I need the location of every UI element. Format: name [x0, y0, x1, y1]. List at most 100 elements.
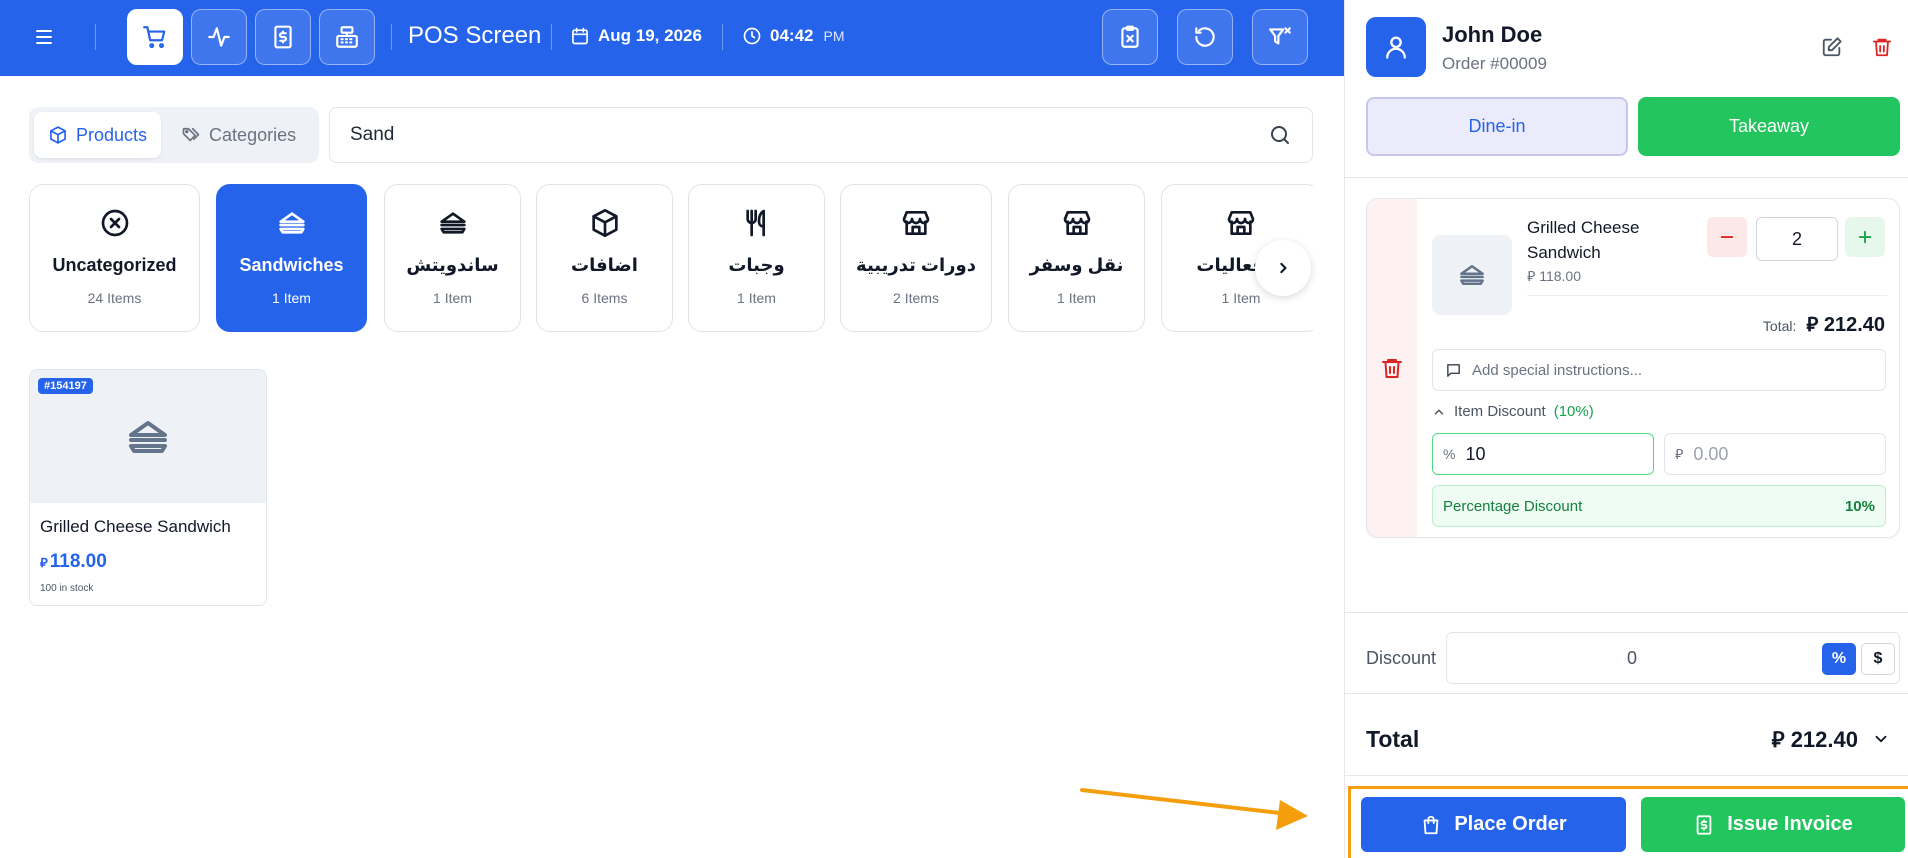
product-image: #154197 — [30, 370, 266, 503]
tab-products[interactable]: Products — [34, 112, 162, 158]
menu-icon[interactable] — [36, 26, 58, 48]
refresh-icon — [1195, 27, 1215, 47]
item-thumbnail — [1432, 235, 1512, 315]
user-icon — [1386, 36, 1406, 59]
category-card[interactable]: Sandwiches 1 Item — [216, 184, 367, 332]
discount-percent-input[interactable] — [1465, 443, 1698, 465]
chevron-right-icon — [1280, 262, 1287, 274]
decrease-quantity-button[interactable] — [1707, 217, 1747, 257]
box-icon — [587, 205, 623, 241]
discount-amount-input[interactable] — [1693, 443, 1899, 465]
place-order-button[interactable]: Place Order — [1361, 797, 1626, 852]
order-panel: John Doe Order #00009 Dine-in Takeaway G… — [1344, 0, 1908, 858]
page-title: POS Screen — [408, 22, 542, 49]
category-count: 1 Item — [433, 290, 472, 306]
dine-in-button[interactable]: Dine-in — [1366, 97, 1628, 156]
instructions-input[interactable] — [1472, 361, 1873, 379]
category-name: ساندويتش — [406, 255, 499, 275]
order-discount-label: Discount — [1366, 648, 1437, 668]
discount-summary: Percentage Discount 10% — [1432, 485, 1886, 527]
item-total-label: Total: — [1762, 318, 1797, 334]
increase-quantity-button[interactable] — [1845, 217, 1885, 257]
search-input[interactable] — [350, 124, 1268, 146]
receipt-dollar-icon — [1696, 814, 1712, 835]
cart-icon — [143, 26, 166, 49]
remove-item-button[interactable] — [1367, 199, 1417, 537]
sandwich-icon — [129, 420, 167, 453]
category-count: 1 Item — [1221, 290, 1261, 306]
sku-badge: #154197 — [38, 378, 93, 394]
divider — [1345, 612, 1908, 613]
clear-filter-button[interactable] — [1252, 9, 1308, 65]
category-name: وجبات — [728, 255, 785, 275]
category-card[interactable]: Uncategorized 24 Items — [29, 184, 200, 332]
sandwich-icon — [435, 205, 471, 241]
quantity-input[interactable] — [1756, 217, 1838, 261]
category-card[interactable]: ساندويتش 1 Item — [384, 184, 521, 332]
category-name: اضافات — [571, 255, 638, 275]
view-toggle: Products Categories — [29, 107, 319, 163]
item-unit-price: ⃁ 118.00 — [1527, 268, 1581, 284]
clear-order-button[interactable] — [1102, 9, 1158, 65]
product-card[interactable]: #154197 Grilled Cheese Sandwich ⃁ 118.00 … — [29, 369, 267, 606]
category-name: Uncategorized — [52, 255, 177, 275]
time-text: 04:42 — [770, 26, 814, 45]
issue-invoice-button[interactable]: Issue Invoice — [1641, 797, 1905, 852]
divider — [391, 24, 392, 50]
divider — [722, 24, 723, 50]
customer-name: John Doe — [1442, 22, 1543, 47]
category-list: Uncategorized 24 Items Sandwiches 1 Item… — [29, 184, 1313, 334]
clock-icon — [743, 27, 761, 45]
plus-icon — [1858, 230, 1872, 244]
currency-symbol: ⃁ — [40, 555, 48, 570]
shopping-bag-icon — [1424, 815, 1439, 834]
avatar[interactable] — [1366, 17, 1426, 77]
discount-amount-field: ⃁ — [1664, 433, 1899, 475]
chevron-up-icon — [1434, 409, 1444, 414]
divider — [1345, 177, 1908, 178]
category-count: 2 Items — [893, 290, 939, 306]
calendar-icon — [572, 27, 588, 45]
discount-type-label: Percentage Discount — [1443, 497, 1583, 515]
cash-register-button[interactable] — [319, 9, 375, 65]
circle-x-icon — [97, 205, 133, 241]
box-icon — [50, 126, 66, 144]
edit-customer-button[interactable] — [1819, 34, 1845, 60]
takeaway-button[interactable]: Takeaway — [1638, 97, 1900, 156]
order-discount-input[interactable] — [1447, 633, 1817, 683]
item-discount-toggle[interactable]: Item Discount (10%) — [1432, 403, 1594, 420]
delete-order-button[interactable] — [1869, 34, 1895, 60]
category-count: 1 Item — [1057, 290, 1096, 306]
category-name: نقل وسفر — [1029, 255, 1124, 275]
store-icon — [1223, 205, 1259, 241]
category-count: 24 Items — [87, 290, 142, 306]
receipt-dollar-icon — [274, 25, 292, 49]
search-icon[interactable] — [1268, 123, 1292, 147]
category-card[interactable]: دورات تدريبية 2 Items — [840, 184, 992, 332]
tab-products-label: Products — [76, 124, 148, 145]
utensils-icon — [739, 205, 775, 241]
chevron-down-icon[interactable] — [1872, 730, 1890, 748]
cart-button[interactable] — [127, 9, 183, 65]
percent-symbol: % — [1443, 446, 1456, 462]
divider — [551, 24, 552, 50]
invoices-button[interactable] — [255, 9, 311, 65]
percent-discount-button[interactable]: % — [1822, 643, 1856, 675]
scroll-right-button[interactable] — [1255, 240, 1311, 296]
top-bar: POS Screen Aug 19, 2026 04:42 PM — [0, 0, 1344, 76]
category-card[interactable]: وجبات 1 Item — [688, 184, 825, 332]
trash-icon — [1872, 38, 1892, 57]
filter-x-icon — [1269, 27, 1291, 45]
category-card[interactable]: نقل وسفر 1 Item — [1008, 184, 1145, 332]
activity-icon — [208, 27, 230, 47]
tab-categories[interactable]: Categories — [167, 112, 310, 158]
category-count: 1 Item — [737, 290, 776, 306]
category-card[interactable]: اضافات 6 Items — [536, 184, 673, 332]
currency-symbol: ⃁ — [1675, 446, 1684, 462]
activity-button[interactable] — [191, 9, 247, 65]
trash-icon — [1382, 359, 1402, 378]
refresh-button[interactable] — [1177, 9, 1233, 65]
discount-type-value: 10% — [1844, 497, 1875, 515]
tab-categories-label: Categories — [209, 124, 297, 145]
amount-discount-button[interactable]: $ — [1861, 643, 1895, 675]
